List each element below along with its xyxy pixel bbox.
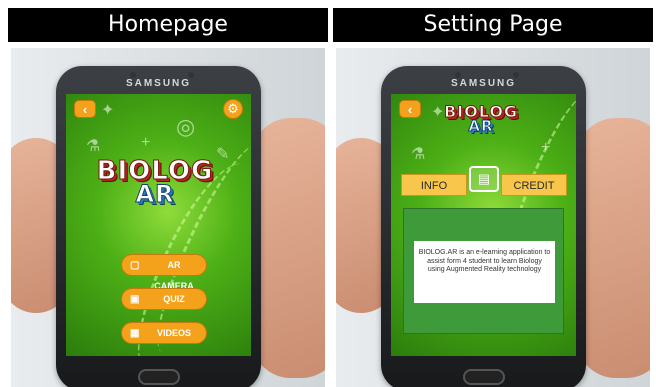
- ar-camera-button[interactable]: ▢ AR CAMERA: [121, 254, 207, 291]
- hand-palm: [251, 118, 325, 378]
- gear-icon: ⚙: [227, 101, 239, 116]
- phone-photo: SAMSUNG ✦ ⚗ + ‹ BIOLOG AR INFO ▤ CREDIT …: [336, 48, 650, 387]
- panel-title: Setting Page: [333, 8, 653, 42]
- quiz-icon: ▣: [130, 294, 140, 305]
- app-screen: ✦ ⚗ + ‹ BIOLOG AR INFO ▤ CREDIT BIOLOG.A…: [391, 94, 576, 356]
- phone: SAMSUNG ✦ ⚗ + ‹ BIOLOG AR INFO ▤ CREDIT …: [381, 66, 586, 387]
- phone: SAMSUNG ✦ ◎ ⚗ ✎ + ‹ ⚙ BIOLOG AR ▢ AR CAM…: [56, 66, 261, 387]
- settings-button[interactable]: ⚙: [223, 99, 243, 119]
- quiz-button[interactable]: ▣ QUIZ: [121, 288, 207, 310]
- sparkle-icon: ✦: [101, 102, 115, 119]
- phone-photo: SAMSUNG ✦ ◎ ⚗ ✎ + ‹ ⚙ BIOLOG AR ▢ AR CAM…: [11, 48, 325, 387]
- info-card: BIOLOG.AR is an e-learning application t…: [403, 208, 564, 334]
- phone-home-button[interactable]: [463, 369, 505, 385]
- presentation-icon[interactable]: ▤: [469, 166, 499, 192]
- panel-title: Homepage: [8, 8, 328, 42]
- plus-icon: +: [141, 134, 151, 151]
- app-logo: BIOLOG AR: [80, 156, 230, 209]
- hand-palm: [576, 118, 650, 378]
- phone-brand: SAMSUNG: [125, 78, 192, 89]
- flask-icon: ⚗: [411, 146, 426, 163]
- chevron-left-icon: ‹: [407, 102, 413, 117]
- phone-home-button[interactable]: [138, 369, 180, 385]
- tab-info[interactable]: INFO: [401, 174, 467, 196]
- flask-icon: ⚗: [86, 138, 101, 155]
- setting-page-panel: Setting Page SAMSUNG ✦ ⚗ + ‹ BIOLOG AR I…: [333, 0, 653, 387]
- app-logo: BIOLOG AR: [431, 102, 531, 136]
- back-button[interactable]: ‹: [74, 100, 96, 118]
- back-button[interactable]: ‹: [399, 100, 421, 118]
- homepage-panel: Homepage SAMSUNG ✦ ◎ ⚗ ✎ + ‹ ⚙ BIOLOG AR: [8, 0, 328, 387]
- plus-icon: +: [541, 139, 551, 156]
- camera-icon: ▢: [130, 260, 140, 271]
- menu-label: VIDEOS: [156, 328, 191, 338]
- videos-button[interactable]: ▦ VIDEOS: [121, 322, 207, 344]
- chevron-left-icon: ‹: [82, 102, 88, 117]
- tab-credit[interactable]: CREDIT: [501, 174, 567, 196]
- menu-label: QUIZ: [163, 294, 185, 304]
- cell-icon: ◎: [176, 114, 196, 139]
- video-icon: ▦: [130, 328, 140, 339]
- info-text: BIOLOG.AR is an e-learning application t…: [414, 241, 555, 303]
- phone-brand: SAMSUNG: [450, 78, 517, 89]
- app-screen: ✦ ◎ ⚗ ✎ + ‹ ⚙ BIOLOG AR ▢ AR CAMERA ▣ QU…: [66, 94, 251, 356]
